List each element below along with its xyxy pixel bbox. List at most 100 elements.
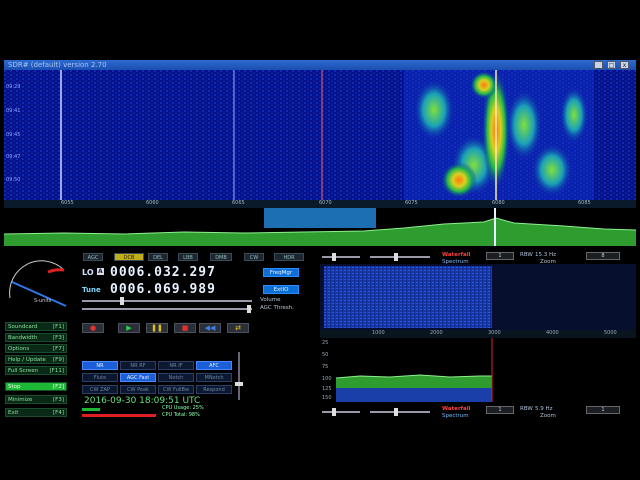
pause-button[interactable]: ❚❚ [146,323,168,333]
lo-lock-icon[interactable]: A [97,268,104,275]
lo-frequency[interactable]: 0006.032.297 [110,265,216,280]
tune-label: Tune [82,286,101,294]
sidebar-item-label: Bandwidth [8,335,38,341]
freq-tick: 6055 [61,200,74,206]
spectrum-trace [4,217,636,246]
loop-button[interactable]: ⇄ [227,323,249,333]
waterfall-image [4,70,636,200]
freq-tick: 6080 [492,200,505,206]
close-window-button[interactable]: x [620,61,629,69]
agc-thresh-label: AGC Thresh. [260,305,294,311]
zoom-top-rbw-value: 15.3 Hz [535,252,557,258]
dsp-button-nr-rf[interactable]: NR RF [120,361,156,370]
fullscreen-button[interactable]: Full Screen [F11] [5,366,67,375]
freq-tick: 6060 [146,200,159,206]
cpu-load-bar [82,408,100,411]
sidebar-item-key: [F4] [53,410,64,416]
zoom-bottom-avg-select[interactable]: 1 [486,406,514,414]
title-bar: SDR# (default) version 2.70 _ □ x [4,60,636,70]
zoom-frequency-scale: 1000 2000 3000 4000 5000 [320,330,636,338]
zoom-waterfall[interactable] [320,264,636,330]
zoom-top-contrast-slider[interactable] [322,253,360,261]
sidebar-item-label: Full Screen [8,368,39,374]
sidebar-item-label: Minimize [8,397,33,403]
freq-tick: 6085 [578,200,591,206]
mode-button-lbb[interactable]: LBB [178,253,198,261]
mode-button-del[interactable]: DEL [148,253,168,261]
rewind-icon: ◀◀ [204,324,216,332]
freqmgr-button[interactable]: FreqMgr [263,268,299,277]
svg-text:S-units: S-units [34,298,52,304]
stop-playback-button[interactable]: ■ [174,323,196,333]
record-button[interactable]: ● [82,323,104,333]
stop-icon: ■ [181,324,189,332]
zoom-top-avg-select[interactable]: 1 [486,252,514,260]
zoom-bottom-zoom-label: Zoom [540,413,556,419]
dsp-button-notch[interactable]: Notch [158,373,194,382]
zoom-spectrum[interactable]: 25 50 75 100 125 150 [320,338,636,402]
zoom-tick: 3000 [488,330,501,336]
zoom-top-waterfall-label: Waterfall [442,252,471,258]
dsp-button-nr-if[interactable]: NR IF [158,361,194,370]
dsp-button-nr[interactable]: NR [82,361,118,370]
maximize-window-button[interactable]: □ [607,61,616,69]
dsp-button-mnotch[interactable]: MNotch [196,373,232,382]
zoom-tick: 5000 [604,330,617,336]
stop-button[interactable]: Stop [F2] [5,382,67,391]
sidebar-item-key: [F3] [53,397,64,403]
dsp-button-cw-fullbw[interactable]: CW FullBw [158,385,194,394]
dsp-button-flute[interactable]: Flute [82,373,118,382]
mode-button-dmb[interactable]: DMB [210,253,232,261]
help-update-button[interactable]: Help / Update [F9] [5,355,67,364]
zoom-tick: 4000 [546,330,559,336]
volume-slider[interactable] [82,297,252,305]
zoom-bottom-range-slider[interactable] [370,408,430,416]
lo-label: LO [82,268,94,277]
freq-tick: 6070 [319,200,332,206]
tune-frequency[interactable]: 0006.069.989 [110,282,216,297]
soundcard-button[interactable]: Soundcard [F1] [5,322,67,331]
nr-level-slider[interactable] [235,352,243,400]
dsp-button-cw-zap[interactable]: CW ZAP [82,385,118,394]
freq-tick: 6075 [405,200,418,206]
play-icon: ▶ [126,324,132,332]
tune-marker[interactable] [494,208,496,246]
loop-icon: ⇄ [235,324,241,332]
dsp-button-respond[interactable]: Respond [196,385,232,394]
minimize-window-button[interactable]: _ [594,61,603,69]
zoom-top-zoom-select[interactable]: 8 [586,252,620,260]
dsp-button-agc-fast[interactable]: AGC Fast [120,373,156,382]
sidebar-item-label: Help / Update [8,357,46,363]
agc-thresh-slider[interactable] [82,305,252,313]
sidebar-item-key: [F11] [49,368,64,374]
zoom-top-range-slider[interactable] [370,253,430,261]
main-waterfall[interactable]: 09:29 09:41 09:45 09:47 09:50 [4,70,636,200]
zoom-waterfall-image [324,266,492,328]
cpu-total-bar [82,414,156,417]
dsp-button-afc[interactable]: AFC [196,361,232,370]
dsp-button-cw-peak[interactable]: CW Peak [120,385,156,394]
rewind-button[interactable]: ◀◀ [199,323,221,333]
mode-button-cw[interactable]: CW [244,253,264,261]
waterfall-time-label: 09:45 [6,132,21,138]
play-button[interactable]: ▶ [118,323,140,333]
zoom-bottom-zoom-select[interactable]: 1 [586,406,620,414]
extio-button[interactable]: ExtIO [263,285,299,294]
exit-button[interactable]: Exit [F4] [5,408,67,417]
zoom-bottom-contrast-slider[interactable] [322,408,360,416]
zoom-spectrum-trace [335,338,493,402]
s-meter: S-units [9,260,67,307]
zoom-bottom-rbw-label: RBW [520,406,533,412]
mode-button-dcb[interactable]: DCB [114,253,144,261]
mode-button-hdr[interactable]: HDR [274,253,304,261]
main-spectrum[interactable] [4,208,636,246]
mode-button-agc[interactable]: AGC [83,253,103,261]
window-title: SDR# (default) version 2.70 [8,61,107,69]
options-button[interactable]: Options [F7] [5,344,67,353]
minimize-button[interactable]: Minimize [F3] [5,395,67,404]
bandwidth-button[interactable]: Bandwidth [F3] [5,333,67,342]
frequency-scale: 6055 6060 6065 6070 6075 6080 6085 [4,200,636,208]
sidebar-item-key: [F2] [53,384,64,390]
sidebar-item-key: [F7] [53,346,64,352]
sidebar-item-label: Exit [8,410,19,416]
